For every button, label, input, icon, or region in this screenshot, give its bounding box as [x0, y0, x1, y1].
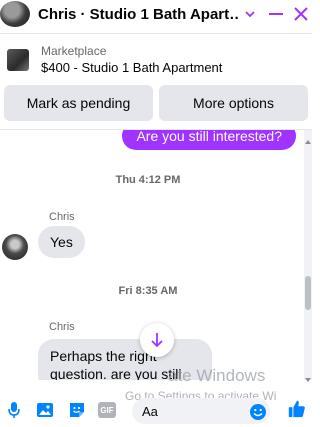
timestamp: Fri 8:35 AM [118, 285, 178, 297]
sender-name: Chris [49, 211, 75, 223]
listing-label: Marketplace [41, 44, 107, 58]
listing-banner[interactable]: Marketplace $400 - Studio 1 Bath Apartme… [0, 38, 312, 82]
minimize-icon[interactable] [265, 3, 286, 25]
scroll-down-arrow-icon[interactable] [305, 370, 311, 382]
scroll-up-arrow-icon[interactable] [305, 132, 311, 144]
chat-header: Chris · Studio 1 Bath Apart… [0, 0, 312, 28]
avatar[interactable] [2, 234, 28, 260]
avatar[interactable] [0, 1, 30, 27]
listing-actions: Mark as pending More options [0, 85, 312, 121]
header-divider [0, 33, 312, 34]
received-message[interactable]: Yes [38, 226, 85, 258]
arrow-down-icon [151, 333, 163, 348]
more-options-button[interactable]: More options [159, 85, 308, 121]
listing-thumbnail [7, 49, 29, 71]
emoji-icon[interactable] [248, 402, 268, 422]
scrollbar-thumb[interactable] [305, 276, 311, 310]
close-icon[interactable] [291, 3, 312, 25]
like-icon[interactable] [287, 399, 307, 419]
chat-title[interactable]: Chris · Studio 1 Bath Apart… [38, 6, 239, 23]
listing-title: $400 - Studio 1 Bath Apartment [41, 60, 223, 75]
photo-icon[interactable] [35, 400, 55, 420]
timestamp: Thu 4:12 PM [115, 174, 181, 186]
gif-icon[interactable]: GIF [98, 402, 116, 418]
microphone-icon[interactable] [4, 400, 24, 420]
activation-watermark: ate Windows [168, 366, 266, 385]
message-composer: GIF Aa [0, 396, 312, 427]
chevron-down-icon[interactable] [243, 7, 257, 21]
sender-name: Chris [49, 321, 75, 333]
jump-to-latest-button[interactable] [140, 323, 174, 357]
chat-window: Chris · Studio 1 Bath Apart… Marketplace… [0, 0, 312, 427]
scrollbar[interactable] [304, 130, 312, 380]
mark-as-pending-button[interactable]: Mark as pending [4, 85, 153, 121]
sent-message[interactable]: Are you still interested? [122, 130, 296, 150]
listing-info: Marketplace $400 - Studio 1 Bath Apartme… [41, 43, 222, 77]
sticker-icon[interactable] [67, 400, 87, 420]
